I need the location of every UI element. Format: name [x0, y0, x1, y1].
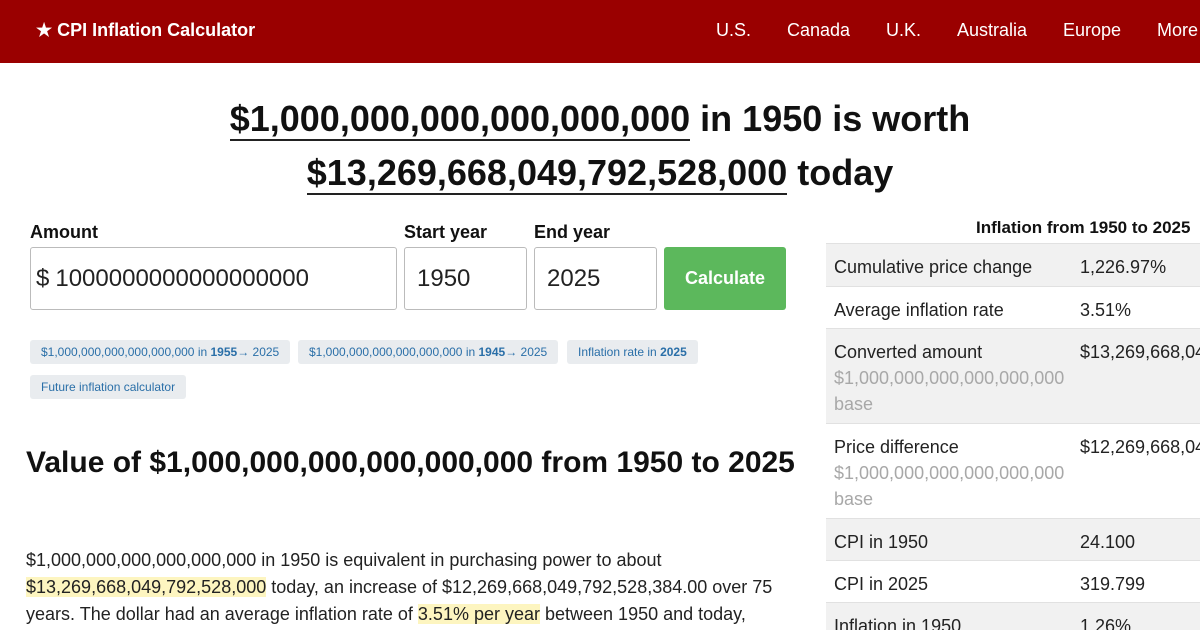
table-row: Inflation in 1950 1.26% [826, 602, 1200, 630]
site-header: ★ CPI Inflation Calculator U.S. Canada U… [0, 0, 1200, 63]
row-value: 319.799 [1080, 574, 1146, 594]
related-link-inflation-rate[interactable]: Inflation rate in 2025 [567, 340, 698, 364]
currency-symbol: $ [36, 264, 50, 292]
site-logo-link[interactable]: ★ CPI Inflation Calculator [36, 20, 255, 41]
headline-end: today [787, 152, 894, 193]
end-year-value: 2025 [547, 264, 601, 292]
headline-amount: $1,000,000,000,000,000,000 [229, 98, 691, 141]
nav-canada[interactable]: Canada [787, 20, 850, 41]
row-key: Cumulative price change [834, 257, 1033, 277]
nav-uk[interactable]: U.K. [886, 20, 921, 41]
chip-bold: 2025 [660, 345, 687, 359]
chip-text: Future inflation calculator [41, 380, 176, 394]
highlighted-rate: 3.51% per year [417, 604, 540, 624]
paragraph-text: between 1950 and today, [540, 604, 746, 624]
row-key-sub: $1,000,000,000,000,000,000 base [834, 463, 1065, 509]
row-key: CPI in 1950 [834, 532, 929, 552]
row-value: $13,269,668,049,792,528,000 [1080, 342, 1200, 362]
start-year-value: 1950 [417, 264, 471, 292]
table-row: Converted amount $1,000,000,000,000,000,… [826, 328, 1200, 423]
row-key-label: Price difference [834, 437, 959, 457]
chip-text: $1,000,000,000,000,000,000 in [309, 345, 476, 359]
amount-value: 1000000000000000000 [55, 264, 309, 292]
chip-text: $1,000,000,000,000,000,000 in [41, 345, 208, 359]
row-key: Inflation in 1950 [834, 616, 962, 630]
start-year-label: Start year [404, 222, 488, 242]
chip-bold: 1945 [478, 345, 506, 359]
row-key: Converted amount $1,000,000,000,000,000,… [834, 339, 1072, 417]
nav-australia[interactable]: Australia [957, 20, 1027, 41]
calculate-button[interactable]: Calculate [664, 247, 786, 310]
table-row: Cumulative price change 1,226.97% [826, 243, 1200, 286]
section-heading: Value of $1,000,000,000,000,000,000 from… [26, 446, 795, 479]
chip-bold: 1955 [210, 345, 238, 359]
row-key: Average inflation rate [834, 300, 1004, 320]
paragraph-text: $1,000,000,000,000,000,000 in 1950 is eq… [26, 550, 662, 570]
inflation-summary-table: Inflation from 1950 to 2025 Cumulative p… [826, 210, 1200, 630]
row-value: $12,269,668,049,792,528,384.00 [1080, 437, 1200, 457]
related-link-1955[interactable]: $1,000,000,000,000,000,000 in 1955 → 202… [30, 340, 291, 364]
table-row: Average inflation rate 3.51% [826, 286, 1200, 328]
headline-mid: in 1950 is worth [690, 98, 971, 139]
row-key: Price difference $1,000,000,000,000,000,… [834, 434, 1072, 512]
row-value: 24.100 [1080, 532, 1136, 552]
table-row: CPI in 1950 24.100 [826, 518, 1200, 560]
row-value: 1.26% [1080, 616, 1132, 630]
table-row: Price difference $1,000,000,000,000,000,… [826, 423, 1200, 518]
start-year-input[interactable]: 1950 [404, 247, 527, 310]
chip-text: → 2025 [505, 345, 548, 359]
future-inflation-link[interactable]: Future inflation calculator [30, 375, 187, 399]
table-row: CPI in 2025 319.799 [826, 560, 1200, 602]
related-link-1945[interactable]: $1,000,000,000,000,000,000 in 1945 → 202… [298, 340, 559, 364]
highlighted-amount: $13,269,668,049,792,528,000 [26, 577, 267, 597]
amount-label: Amount [30, 222, 98, 242]
row-value: 3.51% [1080, 300, 1132, 320]
chip-text: Inflation rate in [578, 345, 657, 359]
row-key-label: Converted amount [834, 342, 983, 362]
row-key-sub: $1,000,000,000,000,000,000 base [834, 368, 1065, 414]
summary-paragraph: $1,000,000,000,000,000,000 in 1950 is eq… [26, 547, 796, 628]
nav-europe[interactable]: Europe [1063, 20, 1121, 41]
summary-title: Inflation from 1950 to 2025 [976, 218, 1191, 237]
amount-input[interactable]: $ 1000000000000000000 [30, 247, 397, 310]
row-key: CPI in 2025 [834, 574, 929, 594]
headline-result: $13,269,668,049,792,528,000 [306, 152, 788, 195]
end-year-input[interactable]: 2025 [534, 247, 657, 310]
nav-us[interactable]: U.S. [716, 20, 751, 41]
chip-text: → 2025 [237, 345, 280, 359]
page-title: $1,000,000,000,000,000,000 in 1950 is wo… [0, 92, 1200, 200]
nav-more[interactable]: More [1157, 20, 1198, 41]
row-value: 1,226.97% [1080, 257, 1167, 277]
end-year-label: End year [534, 222, 611, 242]
